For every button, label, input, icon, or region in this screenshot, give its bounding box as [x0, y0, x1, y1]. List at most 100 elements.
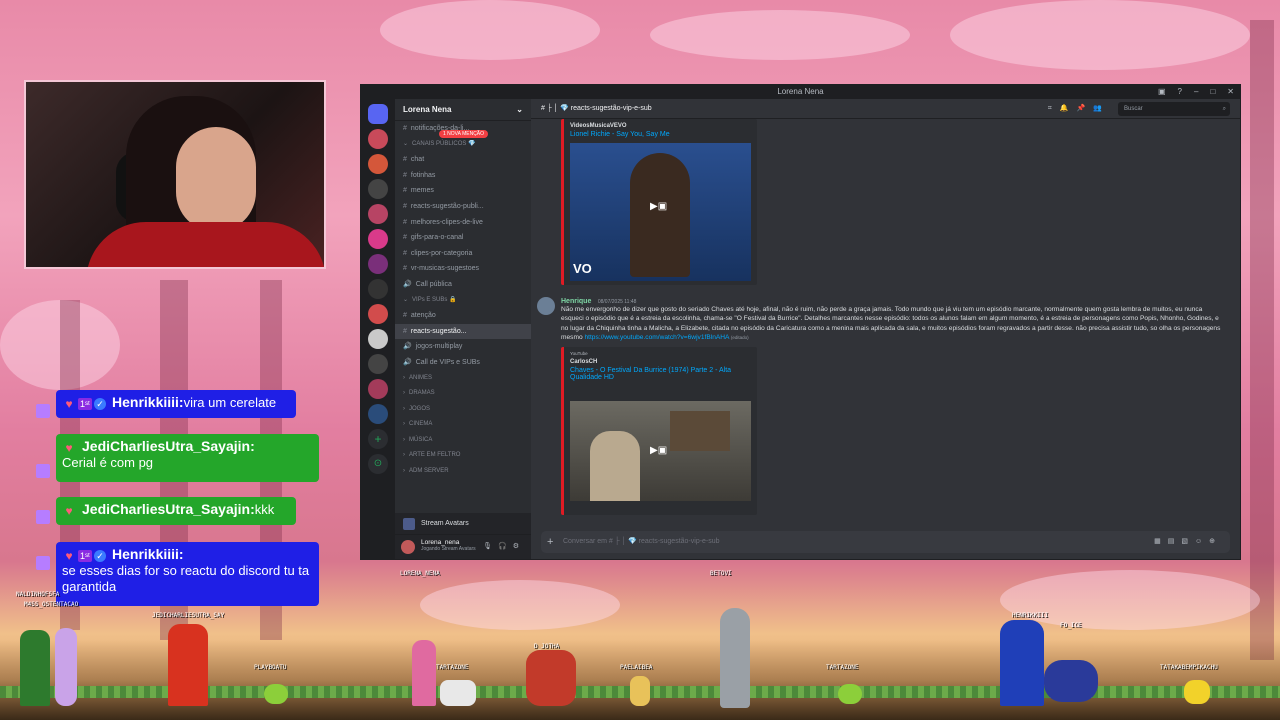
- user-row[interactable]: Lorena_nena Jogando Stream Avatars 🎙🎧⚙: [395, 535, 531, 559]
- gift-icon[interactable]: ▦: [1154, 538, 1168, 545]
- server-icon[interactable]: [368, 154, 388, 174]
- avatar[interactable]: [537, 297, 555, 315]
- help-icon[interactable]: ?: [1178, 85, 1182, 99]
- avatar-sprite: [1044, 660, 1098, 702]
- add-server-icon[interactable]: +: [368, 429, 388, 449]
- video-thumbnail[interactable]: ▶▣: [570, 400, 751, 501]
- headset-icon[interactable]: 🎧: [498, 543, 513, 550]
- close-icon[interactable]: ✕: [1227, 85, 1234, 99]
- embed-title[interactable]: Chaves - O Festival Da Burrice (1974) Pa…: [570, 367, 751, 381]
- avatar-name: BETOVI: [710, 570, 732, 577]
- channel-category[interactable]: › DRAMAS: [395, 386, 531, 402]
- channel-category[interactable]: › JOGOS: [395, 402, 531, 418]
- avatar-name: PLAYBOATU: [254, 664, 287, 671]
- channel-category[interactable]: › CINEMA: [395, 417, 531, 433]
- emoji-icon[interactable]: ☺: [1195, 538, 1209, 545]
- message: Henrique 08/07/2025 11:48 Não me envergo…: [537, 295, 1226, 515]
- minimize-icon[interactable]: –: [1194, 85, 1198, 99]
- channel-category[interactable]: › MÚSICA: [395, 433, 531, 449]
- channel-item[interactable]: # reacts-sugestão-publi...: [395, 199, 531, 215]
- founder-badge-icon: 1ˢᵗ: [78, 397, 92, 410]
- discord-window: Lorena Nena ▣ ? – □ ✕ + ⊙ Lorena Nena ⌄ …: [360, 84, 1241, 560]
- chat-text: se esses dias for so reactu do discord t…: [62, 563, 310, 594]
- search-icon: ⌕: [1222, 106, 1226, 112]
- server-icon[interactable]: [368, 329, 388, 349]
- maximize-icon[interactable]: □: [1210, 85, 1215, 99]
- play-icon[interactable]: ▶▣: [650, 201, 667, 212]
- message-list: VideosMusicaVEVO Lionel Richie - Say You…: [531, 119, 1240, 529]
- channel-item[interactable]: # chat: [395, 152, 531, 168]
- add-attachment-icon[interactable]: +: [547, 531, 553, 553]
- avatar-name: TARTAZONE: [436, 664, 469, 671]
- embed-title[interactable]: Lionel Richie - Say You, Say Me: [570, 131, 751, 138]
- inbox-icon[interactable]: ▣: [1158, 85, 1166, 99]
- server-name: Lorena Nena: [403, 105, 452, 114]
- channel-sidebar: Lorena Nena ⌄ # notificações-da-li... 1 N…: [395, 99, 531, 559]
- apps-icon[interactable]: ⊕: [1209, 538, 1222, 545]
- channel-category[interactable]: ⌄ CANAIS PÚBLICOS 💎: [395, 137, 531, 153]
- server-icon[interactable]: [368, 229, 388, 249]
- server-icon[interactable]: [368, 354, 388, 374]
- threads-icon[interactable]: ⌗: [1048, 105, 1060, 112]
- embed-provider-top: YouTube: [570, 350, 588, 356]
- sticker-icon[interactable]: ▧: [1181, 538, 1195, 545]
- avatar-sprite: [412, 640, 436, 706]
- chat-message: ♥ JediCharliesUtra_Sayajin:kkk: [56, 497, 296, 525]
- voice-channel-item[interactable]: 🔊 Call pública: [395, 277, 531, 293]
- gear-icon[interactable]: ⚙: [513, 543, 525, 550]
- stream-avatars-icon: [403, 518, 415, 530]
- channel-item[interactable]: # clipes-por-categoria: [395, 246, 531, 262]
- server-icon[interactable]: [368, 379, 388, 399]
- activity-row[interactable]: Stream Avatars: [395, 513, 531, 535]
- thumbnail-figure: [630, 153, 690, 277]
- avatar-name: JEDICHARLIESUTRA_SAY: [152, 612, 225, 619]
- search-input[interactable]: Buscar ⌕: [1118, 102, 1230, 116]
- play-icon[interactable]: ▶▣: [650, 445, 667, 456]
- new-mention-badge[interactable]: 1 NOVA MENÇÃO: [439, 130, 489, 138]
- embed-provider: VideosMusicaVEVO: [570, 123, 627, 129]
- founder-badge-icon: 1ˢᵗ: [78, 549, 92, 562]
- mic-icon[interactable]: 🎙: [483, 543, 498, 550]
- message-link[interactable]: https://www.youtube.com/watch?v=6wjv1fBl…: [584, 334, 729, 341]
- avatar-sprite: [526, 650, 576, 706]
- message-input[interactable]: + Conversar em # ├ │ 💎 reacts-sugestão-v…: [541, 531, 1230, 553]
- channel-item[interactable]: # atenção: [395, 308, 531, 324]
- twitch-icon: [36, 404, 50, 418]
- activity-name: Stream Avatars: [421, 520, 469, 527]
- message-author[interactable]: Henrique: [561, 298, 591, 305]
- bell-icon[interactable]: 🔔: [1060, 105, 1077, 112]
- avatar-name: FO_ICE: [1060, 622, 1082, 629]
- channel-category[interactable]: › ARTE EM FELTRO: [395, 448, 531, 464]
- members-icon[interactable]: 👥: [1093, 105, 1110, 112]
- channel-item[interactable]: # fotinhas: [395, 168, 531, 184]
- channel-category[interactable]: › ADM SERVER: [395, 464, 531, 480]
- explore-icon[interactable]: ⊙: [368, 454, 388, 474]
- video-thumbnail[interactable]: ▶▣ VO: [570, 143, 751, 281]
- gif-icon[interactable]: ▤: [1168, 538, 1182, 545]
- server-header[interactable]: Lorena Nena ⌄: [395, 99, 531, 121]
- server-icon[interactable]: [368, 129, 388, 149]
- channel-category[interactable]: ⌄ VIPs E SUBs 🔒: [395, 293, 531, 309]
- home-icon[interactable]: [368, 104, 388, 124]
- voice-channel-item[interactable]: 🔊 jogos-multiplay: [395, 339, 531, 355]
- pin-icon[interactable]: 📌: [1077, 105, 1094, 112]
- avatar-sprite: [1000, 620, 1044, 706]
- server-icon[interactable]: [368, 179, 388, 199]
- server-icon[interactable]: [368, 204, 388, 224]
- avatar-name: D_JOTHA: [534, 643, 560, 650]
- hash-icon: # ├ │ 💎: [541, 105, 571, 112]
- server-icon[interactable]: [368, 254, 388, 274]
- server-icon[interactable]: [368, 304, 388, 324]
- channel-item[interactable]: # melhores-clipes-de-live: [395, 215, 531, 231]
- channel-category[interactable]: › ANIMES: [395, 371, 531, 387]
- voice-channel-item[interactable]: 🔊 Call de VIPs e SUBs: [395, 355, 531, 371]
- window-title: Lorena Nena: [777, 87, 824, 96]
- server-icon[interactable]: [368, 279, 388, 299]
- channel-item[interactable]: # memes: [395, 183, 531, 199]
- channel-item[interactable]: # vr-musicas-sugestoes: [395, 261, 531, 277]
- chat-message: ♥ 1ˢᵗ ✓ Henrikkiiii:vira um cerelate: [56, 390, 296, 418]
- server-icon[interactable]: [368, 404, 388, 424]
- channel-item-active[interactable]: # reacts-sugestão...: [395, 323, 531, 340]
- webcam-feed: [24, 80, 326, 269]
- channel-item[interactable]: # gifs-para-o-canal: [395, 230, 531, 246]
